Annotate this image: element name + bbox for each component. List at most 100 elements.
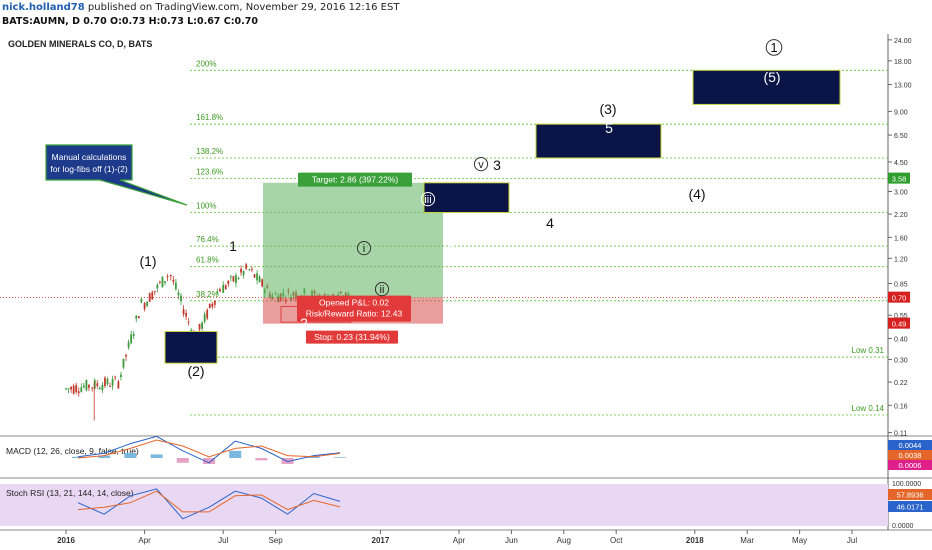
- macd-badge-label: 0.0006: [899, 461, 922, 470]
- chart-root: nick.holland78 published on TradingView.…: [0, 0, 932, 550]
- candle-body: [242, 271, 245, 276]
- candle-body: [120, 374, 122, 378]
- candle-body: [159, 281, 161, 283]
- candle-body: [203, 314, 206, 322]
- rr-label: Risk/Reward Ratio: 12.43: [306, 309, 403, 319]
- candle-body: [85, 379, 88, 391]
- candle-body: [114, 376, 117, 378]
- candle-body: [216, 292, 219, 294]
- fib-low-label: Low 0.14: [852, 404, 885, 413]
- candle-body: [258, 276, 261, 283]
- candle-body: [177, 292, 180, 296]
- candle-body: [98, 388, 101, 390]
- x-tick-label: Oct: [610, 536, 623, 545]
- wave-label: iv: [448, 234, 456, 246]
- candle-body: [104, 377, 106, 386]
- pnl-label: Opened P&L: 0.02: [319, 298, 389, 308]
- y-tick-label: 9.00: [894, 109, 908, 116]
- fib-label: 76.4%: [196, 235, 219, 244]
- candle-body: [208, 303, 211, 308]
- wave-label: iii: [424, 194, 431, 206]
- candle-body: [143, 303, 146, 310]
- x-tick-label: Jul: [218, 536, 228, 545]
- candle-body: [248, 269, 251, 271]
- candle-body: [169, 274, 172, 277]
- macd-badge-label: 0.0044: [899, 441, 922, 450]
- candle-body: [77, 391, 80, 394]
- candle-body: [106, 378, 109, 384]
- candle-body: [180, 295, 182, 302]
- wave-label: 5: [605, 120, 613, 136]
- x-tick-label: Mar: [740, 536, 754, 545]
- candle-body: [111, 379, 114, 386]
- candle-body: [253, 274, 256, 278]
- y-tick-label: 4.50: [894, 160, 908, 167]
- candle-body: [166, 276, 169, 278]
- wave-label: (5): [763, 69, 780, 85]
- fib-label: 100%: [196, 201, 216, 210]
- x-tick-label: May: [792, 536, 807, 545]
- candle-body: [80, 387, 83, 392]
- candle-body: [109, 385, 111, 387]
- candle-body: [117, 381, 120, 389]
- candle-body: [65, 388, 67, 390]
- wave-label: i: [363, 243, 365, 255]
- candle-body: [153, 291, 156, 293]
- x-tick-label: 2018: [686, 536, 704, 545]
- wave-label: (2): [187, 363, 204, 379]
- callout-line1: Manual calculations: [52, 152, 127, 162]
- candle-body: [82, 385, 85, 388]
- candle-body: [148, 293, 151, 302]
- candle-body: [211, 303, 214, 307]
- wave-label: v: [478, 159, 484, 171]
- wave-label: (4): [688, 186, 705, 202]
- wave-label: 2: [300, 315, 308, 331]
- candle-body: [245, 264, 248, 269]
- y-tick-label: 1.20: [894, 256, 908, 263]
- candle-body: [213, 300, 216, 305]
- candle-body: [127, 342, 130, 348]
- candle-body: [224, 285, 227, 289]
- candle-body: [88, 384, 90, 388]
- fib-label: 138.2%: [196, 147, 223, 156]
- candle-body: [237, 278, 240, 280]
- candle-body: [135, 315, 138, 319]
- wave-2-box: [164, 331, 218, 364]
- wave-label: ii: [380, 284, 385, 296]
- x-tick-label: Jul: [847, 536, 857, 545]
- rsi-title: Stoch RSI (13, 21, 144, 14, close): [6, 488, 134, 498]
- wave-(3)-box: [535, 123, 662, 159]
- candle-body: [137, 316, 140, 319]
- macd-hist-bar: [124, 453, 137, 458]
- target-label: Target: 2.86 (397.22%): [312, 175, 399, 185]
- y-tick-label: 0.16: [894, 403, 908, 410]
- callout-line2: for log-fibs off (1)-(2): [50, 164, 127, 174]
- wave-label: 1: [229, 238, 237, 254]
- candle-body: [187, 321, 190, 323]
- y-tick-label: 0.30: [894, 357, 908, 364]
- candle-body: [156, 284, 159, 289]
- candle-body: [122, 358, 125, 368]
- candle-body: [75, 385, 78, 393]
- macd-hist-bar: [334, 457, 346, 458]
- candle-body: [201, 322, 203, 329]
- y-tick-label: 6.50: [894, 133, 908, 140]
- candle-body: [185, 313, 187, 317]
- x-tick-label: Apr: [453, 536, 466, 545]
- price-badge-label: 3.58: [892, 175, 907, 184]
- wave-label: 4: [546, 215, 554, 231]
- wave-label: (1): [139, 253, 156, 269]
- macd-hist-bar: [255, 458, 268, 461]
- macd-hist-bar: [176, 458, 189, 463]
- price-badge-label: 0.70: [892, 294, 907, 303]
- rsi-badge-label: 57.8936: [896, 491, 923, 500]
- candle-body: [227, 280, 230, 285]
- chart-title: GOLDEN MINERALS CO, D, BATS: [8, 39, 152, 49]
- rsi-badge-label: 46.0171: [896, 503, 923, 512]
- candle-body: [172, 279, 175, 282]
- candle-body: [125, 354, 127, 357]
- wave-label: 1: [770, 40, 777, 55]
- candle-body: [232, 276, 235, 282]
- fib-low-label: Low 0.31: [852, 346, 885, 355]
- chart-canvas[interactable]: GOLDEN MINERALS CO, D, BATS 24.0018.0013.…: [0, 0, 932, 550]
